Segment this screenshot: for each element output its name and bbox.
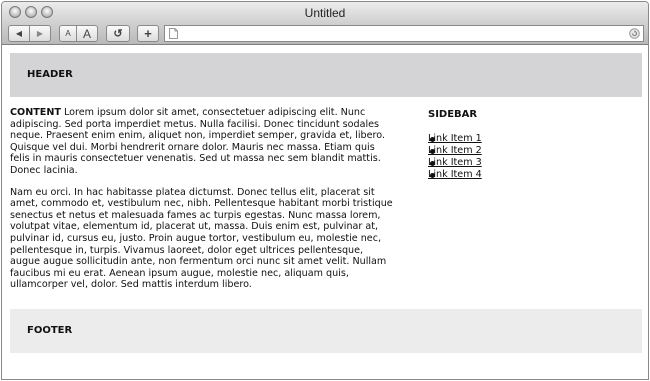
content-lead: CONTENT bbox=[10, 107, 61, 118]
forward-button[interactable]: ▶ bbox=[29, 25, 51, 42]
toolbar: ◀ ▶ A A ↺ + bbox=[2, 24, 648, 45]
forward-arrow-icon: ▶ bbox=[36, 29, 44, 38]
bullet-icon bbox=[430, 161, 435, 166]
bullet-icon bbox=[430, 149, 435, 154]
bullet-icon bbox=[430, 173, 435, 178]
back-arrow-icon: ◀ bbox=[15, 29, 23, 38]
text-smaller-label: A bbox=[65, 29, 71, 38]
reload-icon: ↺ bbox=[113, 28, 123, 40]
sidebar-link-list: Link Item 1 Link Item 2 Link Item 3 Link… bbox=[428, 133, 628, 181]
content-paragraph-2: Nam eu orci. In hac habitasse platea dic… bbox=[10, 186, 393, 291]
title-bar: Untitled bbox=[2, 2, 648, 24]
sidebar-link-3[interactable]: Link Item 3 bbox=[428, 157, 482, 168]
header-label: HEADER bbox=[27, 69, 73, 80]
sidebar-heading: SIDEBAR bbox=[428, 109, 478, 120]
text-larger-button[interactable]: A bbox=[76, 25, 98, 42]
content-paragraph-1: CONTENT Lorem ipsum dolor sit amet, cons… bbox=[10, 107, 394, 177]
add-bookmark-icon: + bbox=[144, 26, 152, 41]
page-viewport: HEADER CONTENT Lorem ipsum dolor sit ame… bbox=[2, 45, 648, 379]
text-larger-label: A bbox=[82, 26, 91, 41]
footer-label: FOOTER bbox=[27, 325, 73, 336]
content-paragraph-1-text: Lorem ipsum dolor sit amet, consectetuer… bbox=[10, 107, 386, 176]
list-item: Link Item 2 bbox=[428, 145, 628, 157]
sidebar: SIDEBAR Link Item 1 Link Item 2 Link Ite… bbox=[428, 109, 628, 181]
sidebar-link-2[interactable]: Link Item 2 bbox=[428, 145, 482, 156]
text-smaller-button[interactable]: A bbox=[59, 25, 77, 42]
reload-button[interactable]: ↺ bbox=[106, 25, 130, 42]
browser-window: Untitled ◀ ▶ A A ↺ + HEADER CONTENT Lore… bbox=[1, 1, 649, 380]
bullet-icon bbox=[430, 137, 435, 142]
page-header: HEADER bbox=[10, 53, 642, 97]
page-footer: FOOTER bbox=[10, 309, 642, 353]
add-bookmark-button[interactable]: + bbox=[137, 25, 159, 42]
sidebar-link-4[interactable]: Link Item 4 bbox=[428, 169, 482, 180]
list-item: Link Item 4 bbox=[428, 169, 628, 181]
go-icon[interactable] bbox=[629, 28, 640, 39]
page-icon bbox=[169, 28, 178, 39]
window-title: Untitled bbox=[304, 6, 346, 20]
address-bar[interactable] bbox=[164, 25, 644, 42]
back-button[interactable]: ◀ bbox=[8, 25, 30, 42]
content-area: CONTENT Lorem ipsum dolor sit amet, cons… bbox=[10, 107, 394, 301]
list-item: Link Item 1 bbox=[428, 133, 628, 145]
list-item: Link Item 3 bbox=[428, 157, 628, 169]
sidebar-link-1[interactable]: Link Item 1 bbox=[428, 133, 482, 144]
